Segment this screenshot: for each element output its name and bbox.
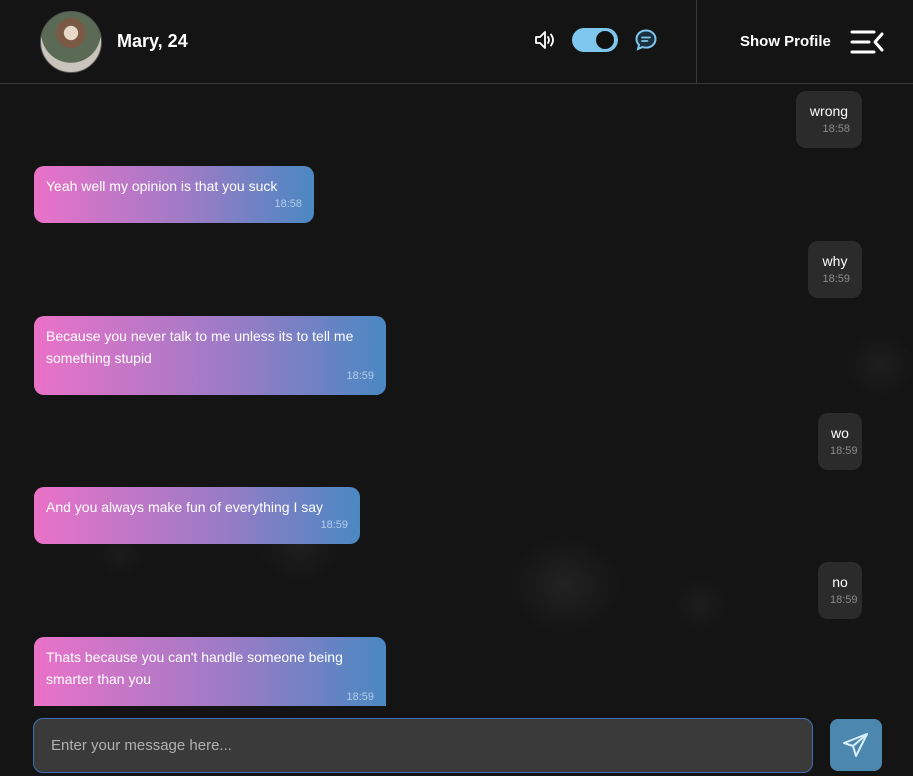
message-time: 18:58 [822,123,850,135]
message-time: 18:58 [274,198,302,210]
message-sent: wo 18:59 [818,413,862,470]
message-text: Thats because you can't handle someone b… [46,649,343,687]
message-list[interactable]: wrong 18:58 Yeah well my opinion is that… [0,85,913,706]
chat-bubble-icon[interactable] [634,28,658,52]
message-time: 18:59 [830,594,858,606]
speaker-icon[interactable] [532,27,558,53]
message-input[interactable] [34,719,812,772]
chat-header: Mary, 24 Show Profile [0,0,913,84]
message-received: Because you never talk to me unless its … [34,316,386,395]
message-sent: no 18:59 [818,562,862,619]
menu-collapse-icon[interactable] [849,29,885,55]
profile-panel-toggle[interactable]: Show Profile [696,0,913,84]
toggle-switch[interactable] [572,28,618,52]
send-button[interactable] [830,719,882,771]
message-text: why [822,253,848,269]
header-controls [532,27,658,53]
message-received: Yeah well my opinion is that you suck 18… [34,166,314,223]
message-text: wrong [809,103,849,119]
message-text: Yeah well my opinion is that you suck [46,178,278,194]
contact-info: Mary, 24 [0,0,696,83]
message-received: Thats because you can't handle someone b… [34,637,386,706]
message-time: 18:59 [320,519,348,531]
message-sent: wrong 18:58 [796,91,862,148]
message-time: 18:59 [346,370,374,382]
avatar[interactable] [40,10,102,73]
message-composer [33,718,813,773]
message-text: no [832,574,848,590]
message-text: wo [831,425,849,441]
message-time: 18:59 [830,445,858,457]
message-time: 18:59 [822,273,850,285]
toggle-knob [596,31,614,49]
message-text: Because you never talk to me unless its … [46,328,354,366]
message-time: 18:59 [346,691,374,703]
paper-plane-icon [843,733,868,757]
show-profile-button[interactable]: Show Profile [740,33,831,50]
message-sent: why 18:59 [808,241,862,298]
message-received: And you always make fun of everything I … [34,487,360,544]
message-text: And you always make fun of everything I … [46,499,324,515]
contact-name: Mary, 24 [117,31,188,51]
